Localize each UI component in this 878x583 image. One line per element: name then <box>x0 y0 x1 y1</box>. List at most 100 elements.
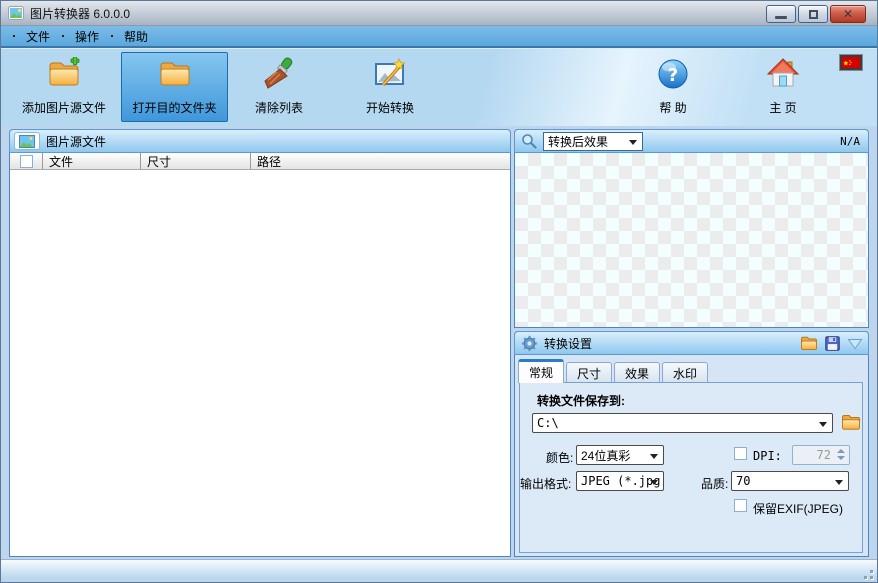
dpi-label: DPI: <box>753 449 782 463</box>
open-folder-icon <box>800 335 818 351</box>
app-window: 图片转换器 6.0.0.0 ✕ 文件 操作 帮助 <box>0 0 878 583</box>
source-panel-title: 图片源文件 <box>46 133 106 150</box>
collapse-panel-button[interactable] <box>847 337 863 355</box>
tab-size[interactable]: 尺寸 <box>566 362 612 383</box>
add-source-files-button[interactable]: 添加图片源文件 <box>11 52 117 122</box>
source-files-panel: 图片源文件 文件 尺寸 路径 <box>9 129 511 557</box>
home-label: 主 页 <box>769 99 796 116</box>
chevron-down-icon <box>819 422 827 427</box>
question-icon: ? <box>656 57 690 91</box>
toolbar: 添加图片源文件 打开目的文件夹 清除列表 <box>1 46 878 126</box>
menu-bar: 文件 操作 帮助 <box>1 26 878 46</box>
browse-folder-button[interactable] <box>841 413 861 431</box>
tab-effect[interactable]: 效果 <box>614 362 660 383</box>
menu-help-label: 帮助 <box>124 28 148 45</box>
resize-grip[interactable] <box>859 565 873 579</box>
home-icon <box>766 57 800 91</box>
dpi-spinner[interactable]: 72 <box>792 445 850 465</box>
gear-icon <box>521 335 538 352</box>
save-to-select[interactable]: C:\ <box>532 413 833 433</box>
color-value: 24位真彩 <box>581 447 644 464</box>
menu-dot-icon <box>111 35 113 37</box>
quality-select[interactable]: 70 <box>731 471 849 491</box>
chevron-down-icon <box>650 454 658 459</box>
preview-effect-value: 转换后效果 <box>548 133 608 150</box>
status-bar <box>1 559 878 583</box>
settings-header-actions <box>800 335 863 356</box>
spin-down-icon <box>837 456 845 460</box>
clear-list-button[interactable]: 清除列表 <box>235 52 323 122</box>
settings-tabs: 常规 尺寸 效果 水印 <box>518 359 710 383</box>
home-button[interactable]: 主 页 <box>753 52 813 122</box>
spin-up-icon <box>837 449 845 453</box>
select-all-checkbox[interactable] <box>20 155 33 168</box>
menu-operation[interactable]: 操作 <box>62 28 99 45</box>
color-label: 颜色: <box>546 449 573 466</box>
content-area: 图片源文件 文件 尺寸 路径 转换后效果 N/A <box>1 126 878 559</box>
settings-panel-title: 转换设置 <box>544 335 592 352</box>
add-source-files-label: 添加图片源文件 <box>22 99 106 116</box>
column-file[interactable]: 文件 <box>43 153 141 169</box>
clear-list-label: 清除列表 <box>255 99 303 116</box>
dpi-value: 72 <box>817 448 831 462</box>
title-bar: 图片转换器 6.0.0.0 ✕ <box>1 1 878 26</box>
preview-effect-select[interactable]: 转换后效果 <box>543 132 643 151</box>
file-list[interactable] <box>10 170 510 554</box>
window-title: 图片转换器 6.0.0.0 <box>30 5 130 22</box>
brush-icon <box>262 57 296 91</box>
source-panel-header: 图片源文件 <box>9 129 511 153</box>
keep-exif-label: 保留EXIF(JPEG) <box>753 500 843 517</box>
triangle-down-icon <box>847 338 863 350</box>
folder-icon <box>158 57 192 91</box>
column-path[interactable]: 路径 <box>251 153 510 169</box>
magnifier-icon <box>521 133 537 149</box>
output-format-label: 输出格式: <box>520 475 571 492</box>
save-settings-button[interactable] <box>825 336 840 356</box>
close-button[interactable]: ✕ <box>830 5 866 23</box>
close-icon: ✕ <box>843 8 853 20</box>
image-app-icon <box>8 5 24 21</box>
color-select[interactable]: 24位真彩 <box>576 445 664 465</box>
preview-panel-header: 转换后效果 N/A <box>514 129 869 153</box>
preview-status: N/A <box>840 135 860 148</box>
open-destination-folder-label: 打开目的文件夹 <box>132 99 216 116</box>
open-destination-folder-button[interactable]: 打开目的文件夹 <box>121 52 228 122</box>
spinner-arrows[interactable] <box>837 449 845 460</box>
output-format-select[interactable]: JPEG (*.jpg <box>576 471 664 491</box>
tab-general[interactable]: 常规 <box>518 359 564 383</box>
chevron-down-icon <box>650 480 658 485</box>
general-tab-page: 转换文件保存到: C:\ 颜色: 24位真彩 DPI: <box>519 382 863 553</box>
load-settings-button[interactable] <box>800 335 818 356</box>
floppy-disk-icon <box>825 336 840 351</box>
menu-file[interactable]: 文件 <box>13 28 50 45</box>
menu-help[interactable]: 帮助 <box>111 28 148 45</box>
preview-panel: 转换后效果 N/A <box>514 129 869 328</box>
save-to-label: 转换文件保存到: <box>537 392 625 409</box>
preview-canvas <box>515 153 868 327</box>
keep-exif-checkbox[interactable] <box>734 499 747 512</box>
settings-panel-header: 转换设置 <box>514 331 869 355</box>
tab-watermark[interactable]: 水印 <box>662 362 708 383</box>
maximize-icon <box>809 10 818 19</box>
dpi-checkbox[interactable] <box>734 447 747 460</box>
menu-operation-label: 操作 <box>75 28 99 45</box>
chevron-down-icon <box>835 480 843 485</box>
menu-file-label: 文件 <box>26 28 50 45</box>
quality-label: 品质: <box>701 475 728 492</box>
column-size[interactable]: 尺寸 <box>141 153 251 169</box>
maximize-button[interactable] <box>798 5 828 23</box>
image-file-icon <box>14 132 40 150</box>
menu-dot-icon <box>62 35 64 37</box>
window-controls: ✕ <box>766 5 866 23</box>
save-to-value: C:\ <box>537 416 573 430</box>
settings-panel: 转换设置 <box>514 331 869 557</box>
start-conversion-button[interactable]: 开始转换 <box>345 52 435 122</box>
china-flag-icon[interactable] <box>840 55 862 70</box>
folder-plus-icon <box>47 57 81 91</box>
help-label: 帮 助 <box>659 99 686 116</box>
help-button[interactable]: ? 帮 助 <box>643 52 703 122</box>
quality-value: 70 <box>736 474 764 488</box>
minimize-button[interactable] <box>766 5 796 23</box>
folder-icon <box>841 413 861 431</box>
chevron-down-icon <box>629 140 637 145</box>
